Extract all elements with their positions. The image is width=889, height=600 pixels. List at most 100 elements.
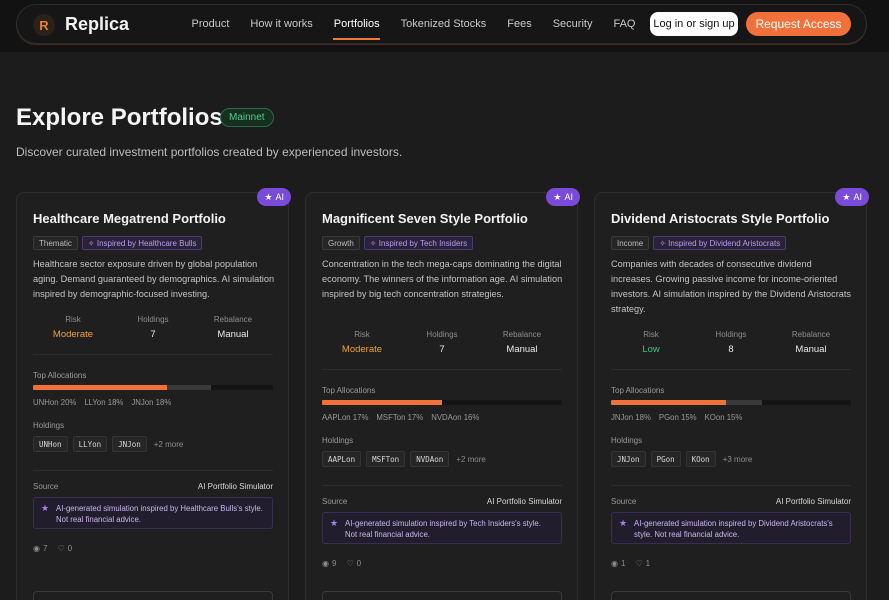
allocation-item: UNHon 20%	[33, 398, 77, 407]
inspired-tag: ✧ Inspired by Healthcare Bulls	[81, 236, 203, 250]
nav-link-product[interactable]: Product	[181, 5, 240, 45]
category-tag: Growth	[322, 236, 360, 250]
view-portfolio-button[interactable]	[322, 591, 562, 600]
likes[interactable]: ♡ 0	[346, 559, 361, 568]
sparkle-icon: ★	[41, 503, 50, 513]
holdings-list: AAPLon MSFTon NVDAon +2 more	[322, 451, 486, 467]
stat-risk: Risk Moderate	[33, 315, 113, 340]
sparkle-icon: ✧	[87, 238, 97, 248]
holding-chip: JNJon	[112, 436, 147, 452]
eye-icon: ◉	[611, 559, 618, 568]
nav-link-tokenized-stocks[interactable]: Tokenized Stocks	[390, 5, 497, 45]
page-subtitle: Discover curated investment portfolios c…	[16, 145, 403, 159]
allocation-bar-secondary	[167, 385, 211, 390]
holdings-list: JNJon PGon KOon +3 more	[611, 451, 752, 467]
ai-badge-label: AI	[275, 192, 284, 202]
stat-risk-value: Moderate	[341, 344, 383, 355]
likes[interactable]: ♡ 0	[57, 544, 72, 553]
portfolio-card[interactable]: ★ AI Dividend Aristocrats Style Portfolio…	[594, 188, 869, 600]
holdings-label: Holdings	[611, 436, 643, 445]
views-count: 7	[42, 544, 48, 553]
views-count: 1	[620, 559, 626, 568]
stat-risk: Risk Moderate	[322, 330, 402, 355]
stat-rebalance: Rebalance Manual	[482, 330, 562, 355]
holding-chip: LLYon	[72, 436, 108, 452]
stat-risk-value: Low	[642, 344, 660, 355]
stat-holdings: Holdings 7	[402, 330, 482, 355]
stat-rebalance-value: Manual	[217, 329, 249, 340]
stat-holdings-value: 7	[150, 329, 156, 340]
stat-risk-label: Risk	[643, 330, 659, 339]
likes-count: 0	[356, 559, 362, 568]
more-holdings[interactable]: +3 more	[723, 455, 753, 464]
stat-holdings-label: Holdings	[137, 315, 169, 324]
allocation-bar	[322, 400, 562, 405]
allocation-bar-fill	[611, 400, 727, 405]
stat-rebalance: Rebalance Manual	[771, 330, 851, 355]
logo-icon[interactable]: R	[33, 14, 55, 36]
ai-badge-label: AI	[853, 192, 862, 202]
views-count: 9	[331, 559, 337, 568]
view-portfolio-button[interactable]	[611, 591, 851, 600]
views: ◉ 7	[33, 544, 47, 553]
engagement-row: ◉ 9 ♡ 0	[322, 559, 361, 568]
disclaimer-text: AI-generated simulation inspired by Heal…	[56, 504, 263, 524]
nav-link-how-it-works[interactable]: How it works	[240, 5, 323, 45]
likes[interactable]: ♡ 1	[635, 559, 650, 568]
allocation-item: JNJon 18%	[611, 413, 651, 422]
stat-rebalance-value: Manual	[795, 344, 827, 355]
stat-risk: Risk Low	[611, 330, 691, 355]
disclaimer-text: AI-generated simulation inspired by Tech…	[345, 519, 541, 539]
stat-risk-label: Risk	[354, 330, 370, 339]
sparkle-icon: ★	[330, 518, 339, 528]
stat-holdings-label: Holdings	[715, 330, 747, 339]
stat-holdings: Holdings 8	[691, 330, 771, 355]
heart-icon[interactable]: ♡	[57, 544, 64, 553]
login-button[interactable]: Log in or sign up	[650, 12, 738, 36]
heart-icon[interactable]: ♡	[635, 559, 642, 568]
more-holdings[interactable]: +2 more	[456, 455, 486, 464]
nav-link-faq[interactable]: FAQ	[603, 5, 646, 45]
brand-name[interactable]: Replica	[65, 14, 129, 35]
tags: Growth ✧ Inspired by Tech Insiders	[322, 236, 474, 250]
heart-icon[interactable]: ♡	[346, 559, 353, 568]
portfolio-card[interactable]: ★ AI Magnificent Seven Style Portfolio Gr…	[305, 188, 580, 600]
allocation-bar-fill	[322, 400, 442, 405]
ai-disclaimer: ★ AI-generated simulation inspired by He…	[33, 497, 273, 529]
divider	[611, 369, 851, 370]
allocation-bar-fill	[33, 385, 168, 390]
nav-link-security[interactable]: Security	[542, 5, 603, 45]
holding-chip: JNJon	[611, 451, 646, 467]
sparkle-icon: ✧	[659, 238, 669, 248]
stats-row: Risk Moderate Holdings 7 Rebalance Manua…	[322, 330, 562, 355]
stat-holdings-value: 7	[439, 344, 445, 355]
stat-holdings-label: Holdings	[426, 330, 458, 339]
divider	[611, 485, 851, 486]
source-label: Source	[611, 497, 637, 506]
star-icon: ★	[842, 191, 851, 202]
source-row: Source AI Portfolio Simulator	[33, 482, 273, 491]
card-title[interactable]: Magnificent Seven Style Portfolio	[322, 211, 528, 226]
sparkle-icon: ✧	[369, 238, 379, 248]
stat-rebalance-label: Rebalance	[213, 315, 253, 324]
source-row: Source AI Portfolio Simulator	[322, 497, 562, 506]
nav-link-portfolios[interactable]: Portfolios	[323, 5, 390, 45]
ai-disclaimer: ★ AI-generated simulation inspired by Te…	[322, 512, 562, 544]
category-tag: Thematic	[33, 236, 78, 250]
nav-links: Product How it works Portfolios Tokenize…	[181, 5, 646, 45]
card-title[interactable]: Dividend Aristocrats Style Portfolio	[611, 211, 829, 226]
view-portfolio-button[interactable]	[33, 591, 273, 600]
more-holdings[interactable]: +2 more	[154, 440, 184, 449]
holding-chip: PGon	[650, 451, 681, 467]
source-value: AI Portfolio Simulator	[775, 497, 851, 506]
request-access-button[interactable]: Request Access	[746, 12, 851, 36]
allocation-item: NVDAon 16%	[431, 413, 480, 422]
card-title[interactable]: Healthcare Megatrend Portfolio	[33, 211, 226, 226]
allocation-item: JNJon 18%	[131, 398, 172, 407]
nav-link-fees[interactable]: Fees	[497, 5, 542, 45]
ai-disclaimer: ★ AI-generated simulation inspired by Di…	[611, 512, 851, 544]
portfolio-card[interactable]: ★ AI Healthcare Megatrend Portfolio Thema…	[16, 188, 291, 600]
allocation-item: LLYon 18%	[84, 398, 124, 407]
allocation-bar-secondary	[726, 400, 763, 405]
inspired-label: Inspired by Tech Insiders	[378, 238, 468, 248]
